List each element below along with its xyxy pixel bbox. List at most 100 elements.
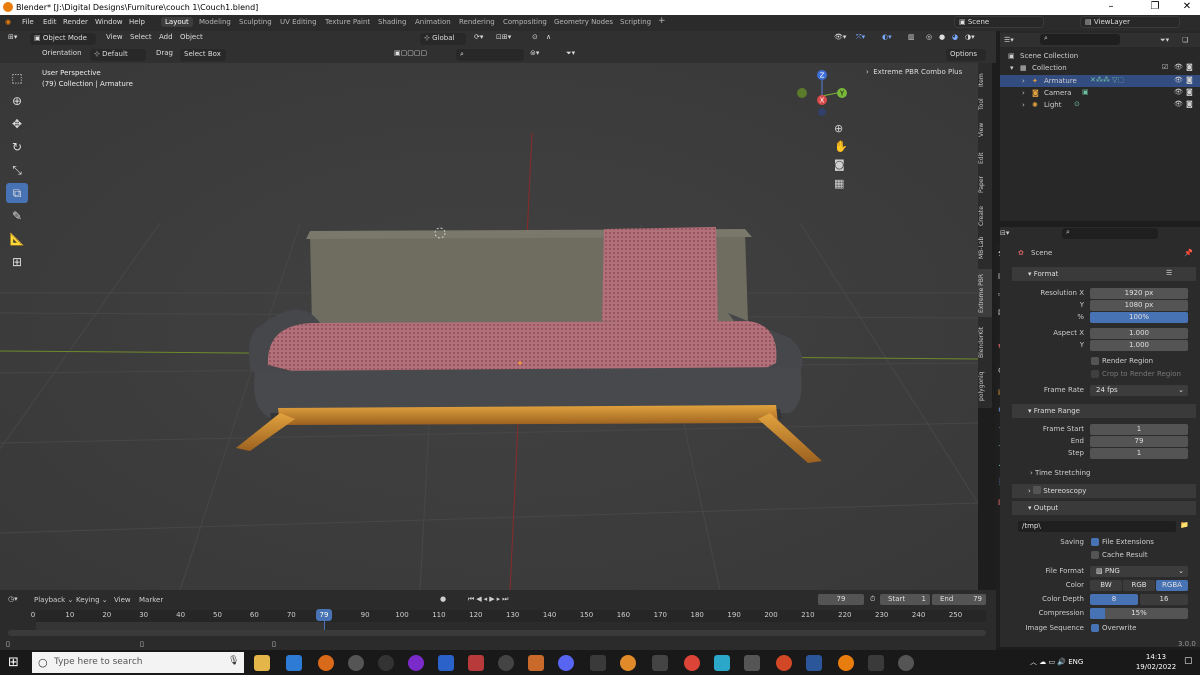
timeline-scrollbar[interactable] — [8, 630, 986, 636]
menu-keying[interactable]: Keying ⌄ — [76, 596, 108, 604]
eye-icon[interactable]: 👁 — [1174, 76, 1183, 84]
annotate-tool-icon[interactable]: ✎ — [6, 206, 28, 226]
tab-uv-editing[interactable]: UV Editing — [276, 17, 321, 27]
rotate-tool-icon[interactable]: ↻ — [6, 137, 28, 157]
zoom-icon[interactable]: ⊕ — [834, 123, 843, 134]
menu-marker[interactable]: Marker — [139, 596, 163, 604]
transform-tool-icon[interactable]: ⧉ — [6, 183, 28, 203]
timeline-start-field[interactable]: Start 1 — [880, 594, 930, 605]
aspect-y-field[interactable]: 1.000 — [1090, 340, 1188, 351]
scale-tool-icon[interactable]: ⤡ — [6, 160, 28, 180]
menu-help[interactable]: Help — [129, 18, 145, 26]
outliner-collection[interactable]: ▾ ▦ Collection ☑ 👁 ◙ — [1000, 62, 1200, 74]
menu-file[interactable]: File — [22, 18, 34, 26]
filter-icon[interactable]: ⏷▾ — [566, 49, 575, 58]
menu-playback[interactable]: Playback ⌄ — [34, 596, 73, 604]
frame-rate-dropdown[interactable]: 24 fps ⌄ — [1090, 385, 1188, 396]
tab-sculpting[interactable]: Sculpting — [235, 17, 276, 27]
3d-viewport[interactable]: User Perspective (79) Collection | Armat… — [0, 63, 978, 590]
blender-app-icon[interactable] — [318, 655, 334, 671]
camera-render-icon[interactable]: ◙ — [1186, 88, 1193, 96]
expand-icon[interactable]: › — [1022, 77, 1025, 85]
app-cyan-icon[interactable] — [714, 655, 730, 671]
chrome-icon[interactable] — [684, 655, 700, 671]
viewport-search[interactable]: ⌕ — [456, 49, 524, 61]
obs-icon[interactable] — [348, 655, 364, 671]
select-tool-icon[interactable]: ⬚ — [6, 68, 28, 88]
overwrite-checkbox[interactable] — [1091, 624, 1099, 632]
timeline-editor-icon[interactable]: ◷▾ — [8, 595, 18, 603]
record-icon[interactable]: ● — [440, 595, 446, 603]
options-button[interactable]: Options — [946, 49, 986, 61]
select-icon[interactable]: ⊜▾ — [530, 49, 539, 57]
tab-tool[interactable]: Tool — [978, 93, 992, 115]
aspect-x-field[interactable]: 1.000 — [1090, 328, 1188, 339]
cursor-tool-icon[interactable]: ⊕ — [6, 91, 28, 111]
pan-hand-icon[interactable]: ✋ — [834, 141, 848, 152]
camera-render-icon[interactable]: ◙ — [1186, 76, 1193, 84]
expand-icon[interactable]: › — [1022, 101, 1025, 109]
file-format-dropdown[interactable]: ▨ PNG ⌄ — [1090, 566, 1188, 577]
time-stretching-subpanel[interactable]: › Time Stretching — [1030, 469, 1090, 477]
addon-panel-toggle[interactable]: › Extreme PBR Combo Plus — [866, 68, 962, 76]
navigation-gizmo[interactable]: Z X Y — [795, 68, 851, 124]
outliner-item-camera[interactable]: › ◙ Camera ▣ 👁 ◙ — [1000, 87, 1200, 99]
editor-type-icon[interactable]: ⊞▾ — [8, 33, 17, 41]
tab-extreme-pbr[interactable]: Extreme PBR — [978, 269, 992, 317]
presets-icon[interactable]: ☰ — [1166, 269, 1172, 277]
current-frame-field[interactable]: 79 — [818, 594, 864, 605]
menu-timeline-view[interactable]: View — [114, 596, 131, 604]
tab-mb-lab[interactable]: MB-Lab — [978, 233, 992, 263]
app-red-icon[interactable] — [468, 655, 484, 671]
section-output[interactable]: ▾ Output — [1012, 501, 1196, 515]
expand-icon[interactable]: › — [1022, 89, 1025, 97]
depth-16-button[interactable]: 16 — [1140, 594, 1188, 605]
tab-layout[interactable]: Layout — [161, 17, 193, 27]
tab-polygoniq[interactable]: polygoniq — [978, 367, 992, 405]
frame-end-field[interactable]: 79 — [1090, 436, 1188, 447]
section-stereoscopy[interactable]: › Stereoscopy — [1012, 484, 1196, 498]
menu-select[interactable]: Select — [130, 33, 152, 41]
blender-alt-icon[interactable] — [620, 655, 636, 671]
add-workspace-icon[interactable]: + — [654, 15, 670, 27]
tab-texture-paint[interactable]: Texture Paint — [321, 17, 374, 27]
grid-view-icon[interactable]: ▦ — [834, 178, 844, 189]
tab-paper[interactable]: Paper — [978, 173, 992, 197]
tab-blenderkit[interactable]: BlenderKit — [978, 321, 992, 363]
tab-item[interactable]: Item — [978, 69, 992, 91]
playhead[interactable]: 79 — [316, 609, 332, 621]
visibility-icon[interactable]: 👁▾ — [834, 33, 846, 41]
menu-add[interactable]: Add — [159, 33, 173, 41]
chrome-alt-icon[interactable] — [378, 655, 394, 671]
cache-result-checkbox[interactable] — [1091, 551, 1099, 559]
timeline-end-field[interactable]: End 79 — [932, 594, 986, 605]
discord-icon[interactable] — [558, 655, 574, 671]
properties-editor-icon[interactable]: ⊟▾ — [1000, 229, 1009, 237]
eye-icon[interactable]: 👁 — [1174, 63, 1183, 71]
app-dark-icon[interactable] — [590, 655, 606, 671]
properties-search[interactable]: ⌕ — [1062, 228, 1158, 239]
menu-window[interactable]: Window — [95, 18, 123, 26]
camera-render-icon[interactable]: ◙ — [1186, 100, 1193, 108]
resolution-y-field[interactable]: 1080 px — [1090, 300, 1188, 311]
tab-modeling[interactable]: Modeling — [195, 17, 235, 27]
color-rgb-button[interactable]: RGB — [1123, 580, 1155, 591]
outliner-search[interactable]: ⌕ — [1040, 34, 1120, 45]
file-explorer-icon[interactable] — [254, 655, 270, 671]
outliner-item-light[interactable]: › ✺ Light ⊙ 👁 ◙ — [1000, 99, 1200, 111]
maya-icon[interactable] — [438, 655, 454, 671]
new-collection-icon[interactable]: ❏ — [1182, 36, 1188, 44]
tab-create[interactable]: Create — [978, 203, 992, 229]
microphone-icon[interactable]: 🎙 — [228, 656, 239, 666]
drag-selector[interactable]: Select Box — [180, 49, 226, 61]
app-orange-icon[interactable] — [528, 655, 544, 671]
render-region-checkbox[interactable] — [1091, 357, 1099, 365]
menu-render[interactable]: Render — [63, 18, 88, 26]
tab-shading[interactable]: Shading — [374, 17, 410, 27]
filter-icon[interactable]: ⏷▾ — [1160, 36, 1169, 45]
unity-icon[interactable] — [652, 655, 668, 671]
orientation-selector[interactable]: ⊹ Default — [90, 49, 146, 61]
store-icon[interactable] — [286, 655, 302, 671]
app-purple-icon[interactable] — [408, 655, 424, 671]
camera-render-icon[interactable]: ◙ — [1186, 63, 1193, 71]
